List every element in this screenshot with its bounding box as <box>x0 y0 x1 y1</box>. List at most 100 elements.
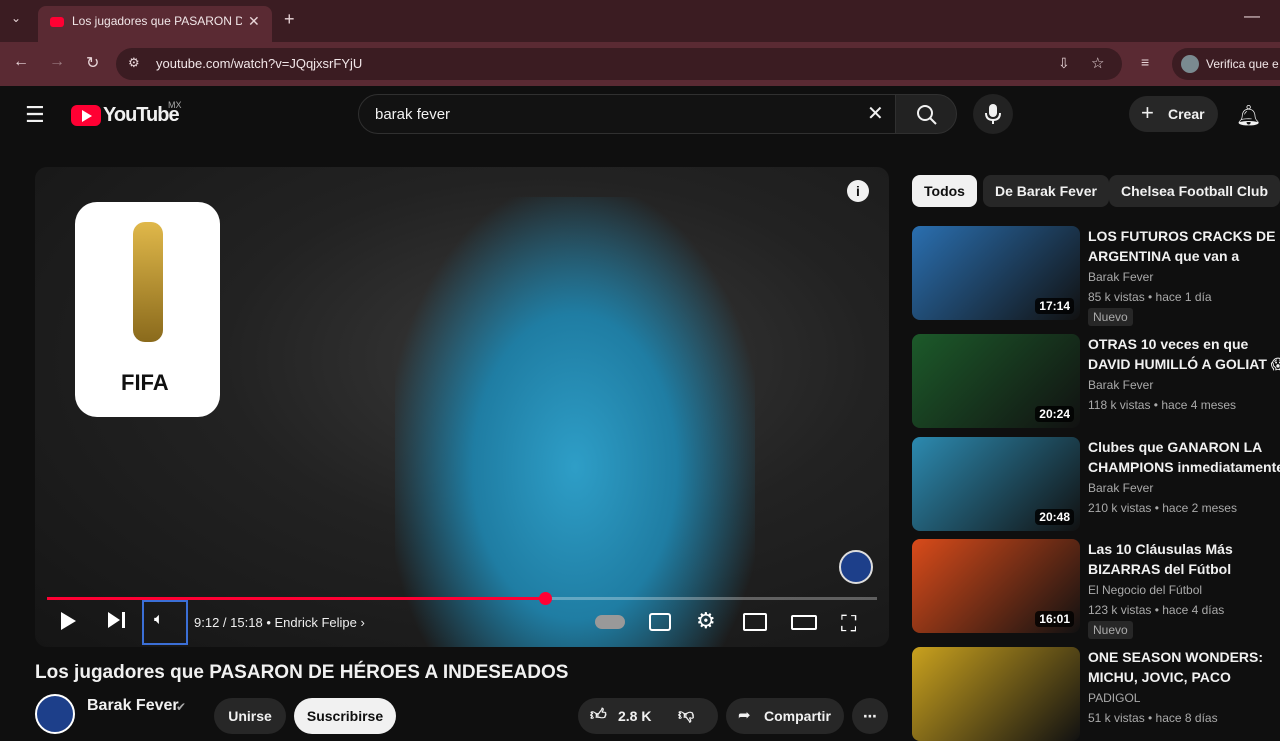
search-input[interactable]: barak fever <box>375 106 450 123</box>
browser-tab[interactable]: Los jugadores que PASARON DE ✕ <box>38 6 272 42</box>
address-bar[interactable]: ⚙ youtube.com/watch?v=JQqjxsrFYjU ⇩ ☆ <box>116 48 1122 80</box>
url-text: youtube.com/watch?v=JQqjxsrFYjU <box>156 56 363 71</box>
recommendation-meta: 85 k vistas • hace 1 día <box>1088 290 1212 304</box>
recommendation-thumbnail[interactable]: 20:48 <box>912 437 1080 531</box>
back-icon[interactable]: ← <box>13 53 29 71</box>
star-icon[interactable]: ☆ <box>1091 54 1104 72</box>
dislike-icon[interactable]: 👎︎ <box>678 698 694 734</box>
recommendation-title[interactable]: Las 10 Cláusulas Más BIZARRAS del Fútbol <box>1088 539 1280 579</box>
chip-chelsea[interactable]: Chelsea Football Club <box>1109 175 1280 207</box>
video-player[interactable]: FIFA i 🔈︎ 9:12 / 15:18 • Endrick Felipe … <box>35 167 889 647</box>
recommendation-channel[interactable]: Barak Fever <box>1088 481 1153 495</box>
autoplay-toggle[interactable] <box>595 615 625 629</box>
search-icon <box>917 105 937 125</box>
minimize-icon[interactable]: — <box>1244 8 1260 26</box>
next-bar <box>122 612 125 628</box>
recommendation-channel[interactable]: PADIGOL <box>1088 691 1140 705</box>
settings-gear-icon[interactable]: ⚙ <box>696 608 716 634</box>
profile-text: Verifica que e <box>1206 57 1279 71</box>
like-icon[interactable]: 👍︎ <box>590 698 607 734</box>
share-button[interactable]: ➦ Compartir <box>726 698 844 734</box>
youtube-header: ☰ YouTube MX barak fever ✕ + Crear 🔔︎ <box>0 86 1280 146</box>
info-icon[interactable]: i <box>847 180 869 202</box>
progress-scrubber[interactable] <box>539 592 552 605</box>
create-button[interactable]: + Crear <box>1129 96 1218 132</box>
video-title: Los jugadores que PASARON DE HÉROES A IN… <box>35 662 569 683</box>
video-frame <box>395 197 755 647</box>
play-icon[interactable] <box>61 612 76 630</box>
voice-search-button[interactable] <box>973 94 1013 134</box>
new-badge: Nuevo <box>1088 621 1133 639</box>
recommendation-channel[interactable]: Barak Fever <box>1088 270 1153 284</box>
progress-fill <box>47 597 545 600</box>
miniplayer-icon[interactable] <box>743 613 767 631</box>
tab-title: Los jugadores que PASARON DE <box>72 14 242 28</box>
volume-icon: 🔈︎ <box>154 611 164 628</box>
create-label: Crear <box>1168 106 1205 122</box>
chevron-down-icon[interactable]: ⌄ <box>11 11 21 25</box>
duration-badge: 16:01 <box>1035 611 1074 627</box>
duration-badge: 20:48 <box>1035 509 1074 525</box>
chip-todos[interactable]: Todos <box>912 175 977 207</box>
chapter-label[interactable]: Endrick Felipe <box>274 615 356 630</box>
install-icon[interactable]: ⇩ <box>1058 55 1070 72</box>
chip-de-barak-fever[interactable]: De Barak Fever <box>983 175 1109 207</box>
profile-button[interactable]: Verifica que e <box>1172 48 1280 80</box>
recommendation-thumbnail[interactable]: 16:01 <box>912 539 1080 633</box>
duration-badge: 20:24 <box>1035 406 1074 422</box>
plus-icon: + <box>1141 100 1154 125</box>
youtube-favicon-icon <box>50 17 64 27</box>
like-count[interactable]: 2.8 K <box>618 698 651 734</box>
join-button[interactable]: Unirse <box>214 698 286 734</box>
notifications-bell-icon[interactable]: 🔔︎ <box>1236 103 1261 128</box>
channel-avatar[interactable] <box>35 694 75 734</box>
channel-watermark[interactable] <box>839 550 873 584</box>
share-icon: ➦ <box>738 707 751 724</box>
avatar <box>1181 55 1199 73</box>
microphone-icon <box>985 104 1001 124</box>
forward-icon[interactable]: → <box>49 53 65 71</box>
region-label: MX <box>168 100 182 110</box>
time-display: 9:12 / 15:18 • Endrick Felipe › <box>194 615 365 630</box>
clear-search-icon[interactable]: ✕ <box>867 101 884 126</box>
recommendation-meta: 51 k vistas • hace 8 días <box>1088 711 1218 725</box>
recommendation-title[interactable]: Clubes que GANARON LA CHAMPIONS inmediat… <box>1088 437 1280 477</box>
duration-badge: 17:14 <box>1035 298 1074 314</box>
recommendation-meta: 118 k vistas • hace 4 meses <box>1088 398 1237 412</box>
recommendation-thumbnail[interactable] <box>912 647 1080 741</box>
recommendation-thumbnail[interactable]: 17:14 <box>912 226 1080 320</box>
subtitles-icon[interactable] <box>649 613 671 631</box>
close-icon[interactable]: ✕ <box>248 13 260 30</box>
site-info-icon[interactable]: ⚙ <box>128 55 140 71</box>
search-box[interactable]: barak fever ✕ <box>358 94 896 134</box>
channel-name[interactable]: Barak Fever <box>87 697 179 715</box>
next-icon[interactable] <box>108 612 120 628</box>
plus-icon[interactable]: + <box>284 9 295 30</box>
browser-tab-bar: ⌄ Los jugadores que PASARON DE ✕ + — <box>0 0 1280 42</box>
recommendation-channel[interactable]: Barak Fever <box>1088 378 1153 392</box>
menu-icon[interactable]: ☰ <box>25 102 45 128</box>
recommendation-title[interactable]: ONE SEASON WONDERS: MICHU, JOVIC, PACO A… <box>1088 647 1280 687</box>
recommendation-title[interactable]: LOS FUTUROS CRACKS DE ARGENTINA que van … <box>1088 226 1280 266</box>
youtube-logo-icon <box>71 105 101 126</box>
fifa-text: FIFA <box>121 370 169 395</box>
verified-icon: ✔ <box>176 700 187 714</box>
subscribe-button[interactable]: Suscribirse <box>294 698 396 734</box>
recommendation-thumbnail[interactable]: 20:24 <box>912 334 1080 428</box>
search-button[interactable] <box>895 94 957 134</box>
trophy-icon <box>133 222 163 342</box>
recommendation-channel[interactable]: El Negocio del Fútbol <box>1088 583 1202 597</box>
new-badge: Nuevo <box>1088 308 1133 326</box>
fullscreen-icon[interactable]: ⛶ <box>841 611 856 637</box>
browser-toolbar: ← → ↻ ⚙ youtube.com/watch?v=JQqjxsrFYjU … <box>0 42 1280 86</box>
reload-icon[interactable]: ↻ <box>86 53 99 73</box>
like-dislike-group: 👍︎ 2.8 K 👎︎ <box>578 698 718 734</box>
more-actions-button[interactable]: ⋯ <box>852 698 888 734</box>
recommendation-meta: 123 k vistas • hace 4 días <box>1088 603 1225 617</box>
volume-button[interactable]: 🔈︎ <box>142 600 188 645</box>
recommendation-meta: 210 k vistas • hace 2 meses <box>1088 501 1237 515</box>
theater-mode-icon[interactable] <box>791 615 817 630</box>
media-icon[interactable]: ≡ <box>1141 54 1149 70</box>
fifa-logo: FIFA <box>75 202 220 417</box>
recommendation-title[interactable]: OTRAS 10 veces en que DAVID HUMILLÓ A GO… <box>1088 334 1280 374</box>
